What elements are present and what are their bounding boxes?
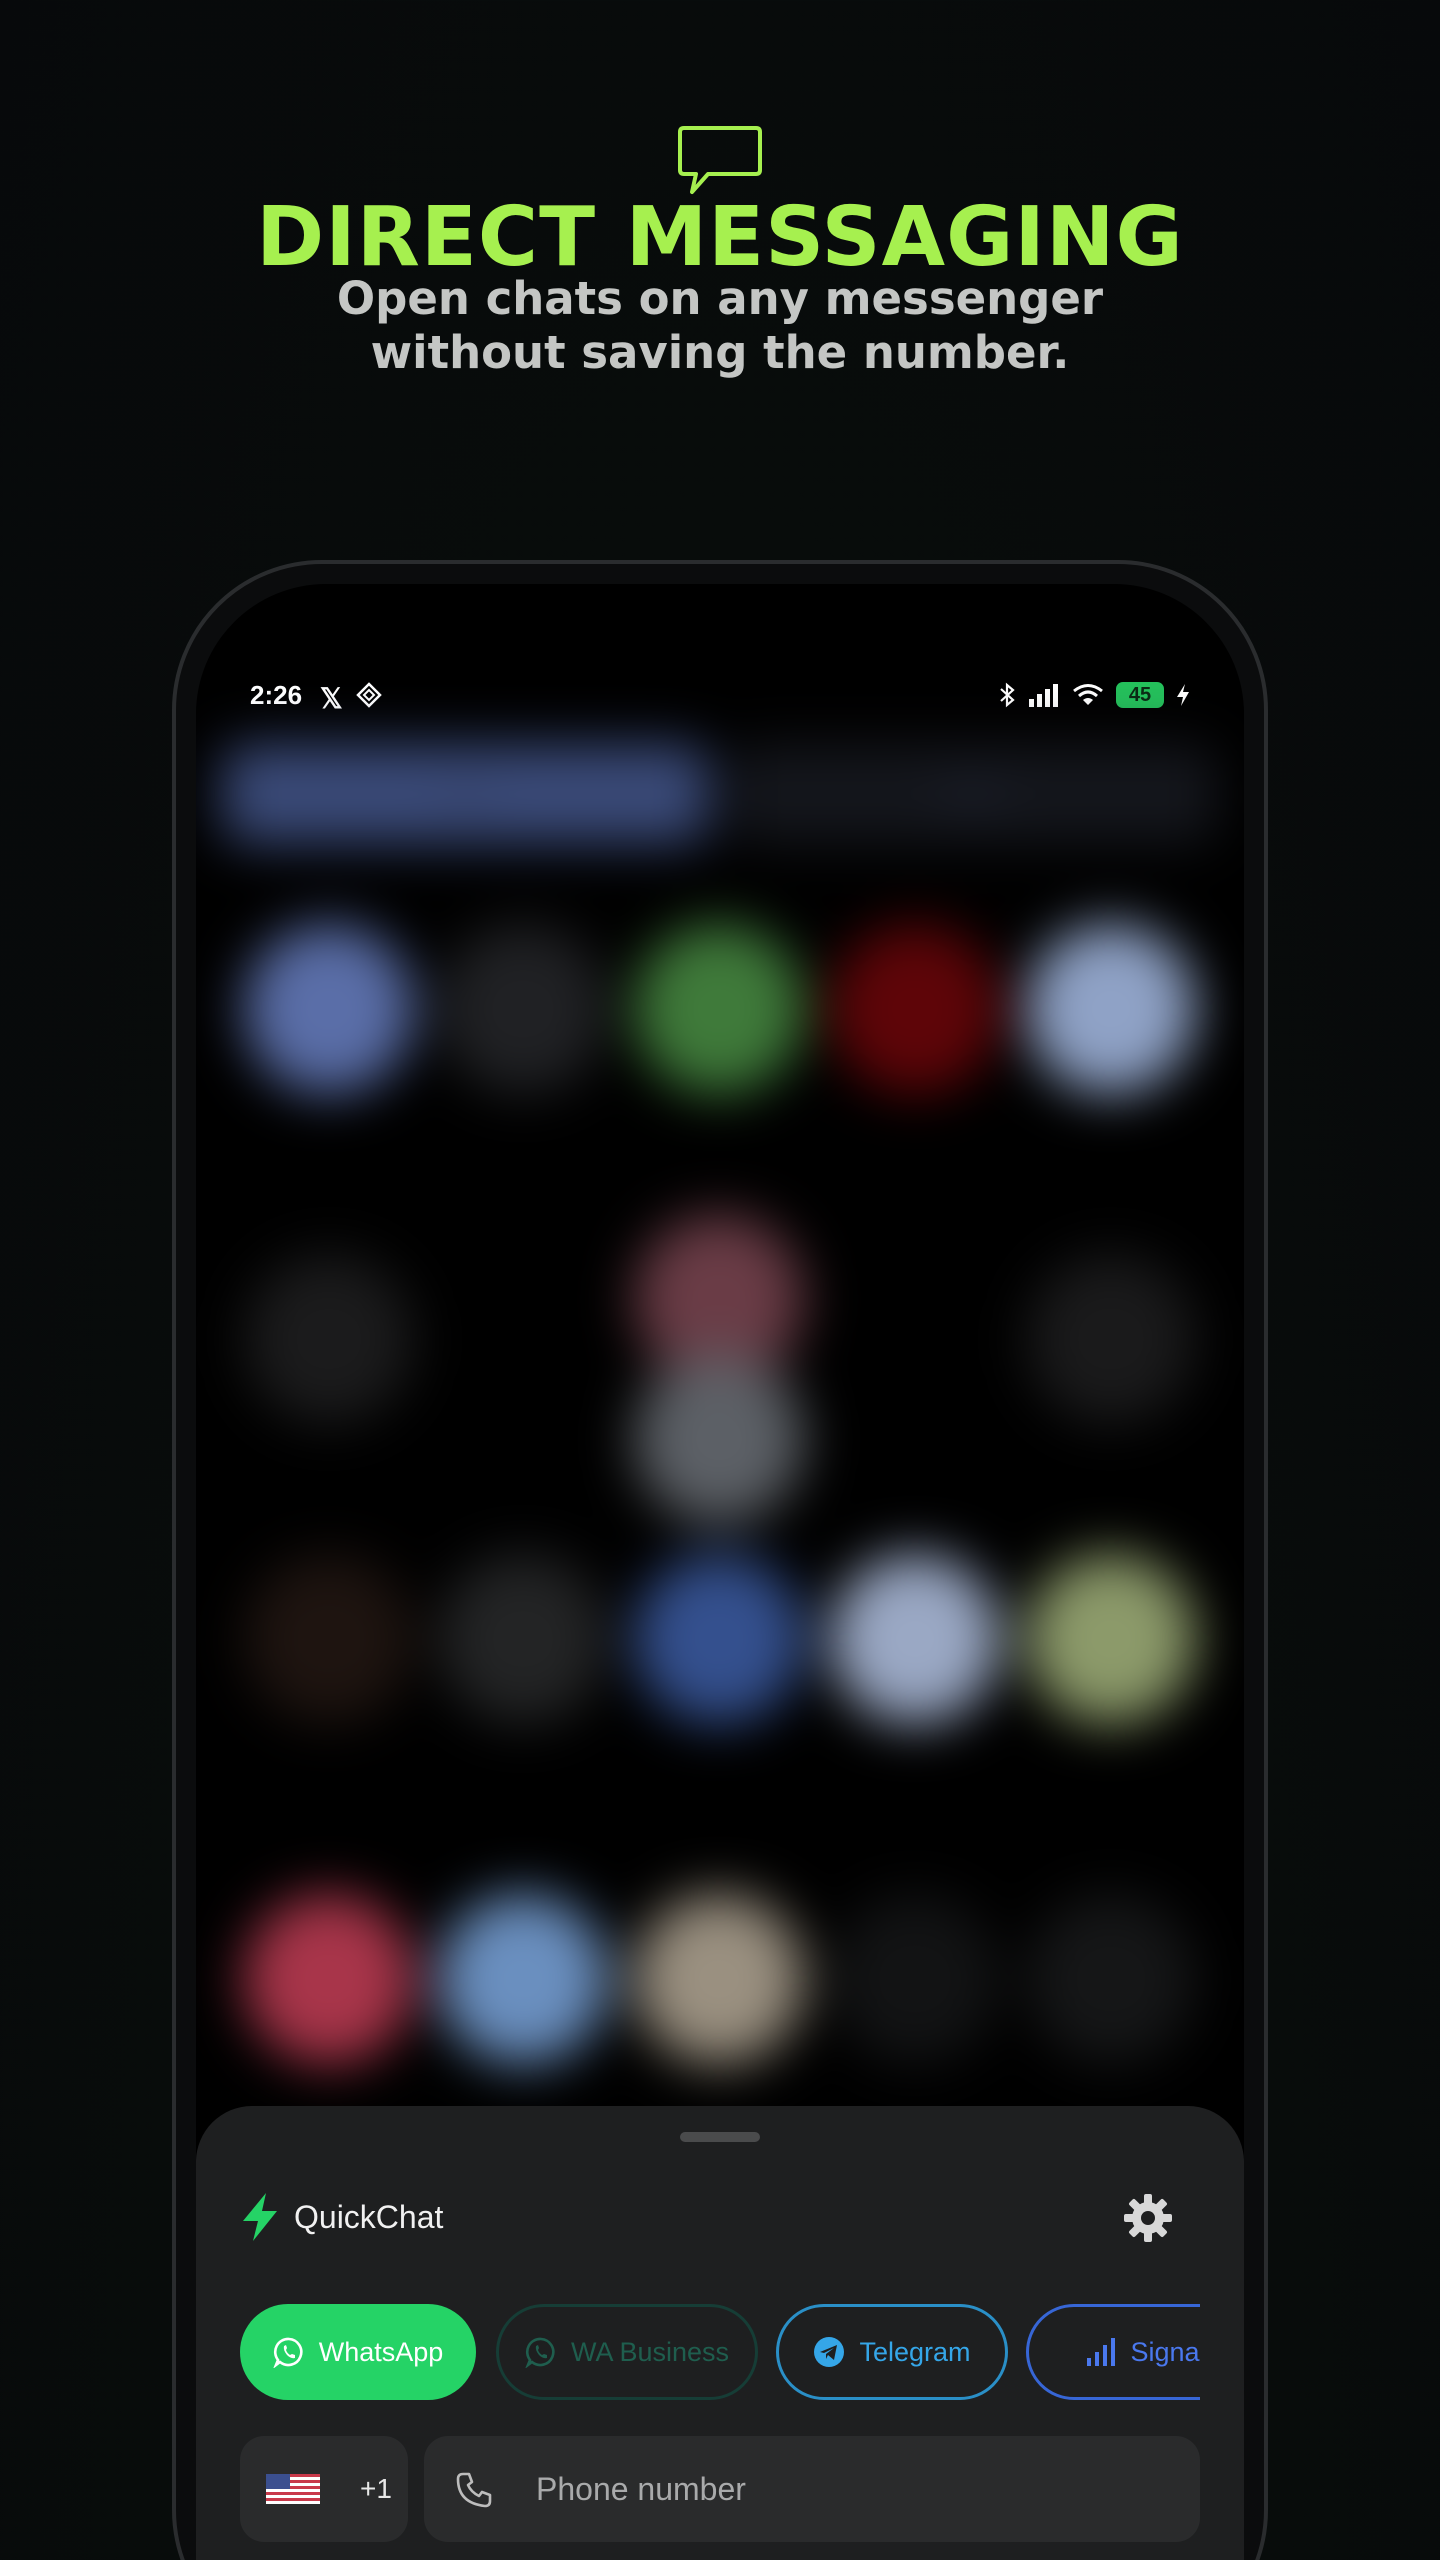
app-icon[interactable] [634,1554,804,1724]
whatsapp-chip[interactable]: WhatsApp [240,2304,476,2400]
headline: DIRECT MESSAGING [256,190,1184,285]
app-icon[interactable] [634,1894,804,2064]
app-icon[interactable] [438,1554,608,1724]
wifi-icon [1073,684,1103,705]
status-icons: 45 [998,682,1190,708]
lightning-bolt-icon [243,2193,277,2241]
app-icon[interactable] [830,1554,1000,1724]
app-icon[interactable] [1026,1894,1196,2064]
app-icon[interactable] [1026,1554,1196,1724]
drag-handle[interactable] [680,2132,760,2142]
subheadline: Open chats on any messenger without savi… [270,272,1170,380]
bluetooth-icon [1000,682,1015,708]
dial-code: +1 [360,2473,392,2504]
subhead-line-1: Open chats on any messenger [336,272,1104,325]
phone-number-input[interactable] [424,2436,1200,2542]
country-code-selector[interactable]: +1 [240,2436,408,2542]
app-icon[interactable] [830,924,1000,1094]
diamond-app-icon [356,682,382,708]
app-icon[interactable] [634,924,804,1094]
chat-bubble-icon [678,126,762,194]
folder-tab-work[interactable]: Work [730,744,1218,844]
battery-icon: 45 [1116,682,1164,708]
us-flag-icon [266,2474,320,2504]
x-icon: 𝕏 [320,683,343,714]
app-icon[interactable] [1026,924,1196,1094]
whatsapp-label: WhatsApp [318,2336,444,2367]
charging-icon [1177,684,1189,706]
gear-icon[interactable] [1122,2192,1174,2244]
telegram-label: Telegram [859,2336,971,2367]
app-icon[interactable] [438,924,608,1094]
app-icon[interactable] [830,1894,1000,2064]
whatsapp-business-icon [525,2337,555,2368]
app-name: QuickChat [294,2198,444,2235]
signal-bars-icon [1087,2338,1116,2366]
status-time: 2:26 [250,680,303,710]
phone-icon [456,2472,492,2508]
app-icon[interactable] [634,1354,804,1524]
folder-tab-apps[interactable]: Apps [222,744,710,844]
app-icon[interactable] [244,924,414,1094]
app-icon[interactable] [438,1894,608,2064]
quickchat-sheet: QuickChat WhatsApp WA Business Telegram … [196,2106,1244,2560]
telegram-chip[interactable]: Telegram [776,2304,1008,2400]
status-bar: 2:26 𝕏 45 [196,674,1244,734]
wa-business-label: WA Business [570,2336,730,2367]
app-icon[interactable] [244,1894,414,2064]
blurred-home-screen: Apps Work [196,734,1244,2134]
whatsapp-icon [273,2337,303,2368]
app-icon[interactable] [244,1554,414,1724]
wa-business-chip[interactable]: WA Business [496,2304,758,2400]
subhead-line-2: without saving the number. [370,326,1070,379]
app-icon[interactable] [1026,1254,1196,1424]
signal-label: Signal [1130,2336,1200,2367]
telegram-icon [814,2337,845,2367]
messenger-selector: WhatsApp WA Business Telegram Signal [240,2304,1200,2404]
app-brand: QuickChat [240,2192,443,2242]
signal-icon [1029,684,1058,707]
app-icon[interactable] [244,1254,414,1424]
signal-chip[interactable]: Signal [1026,2304,1200,2400]
